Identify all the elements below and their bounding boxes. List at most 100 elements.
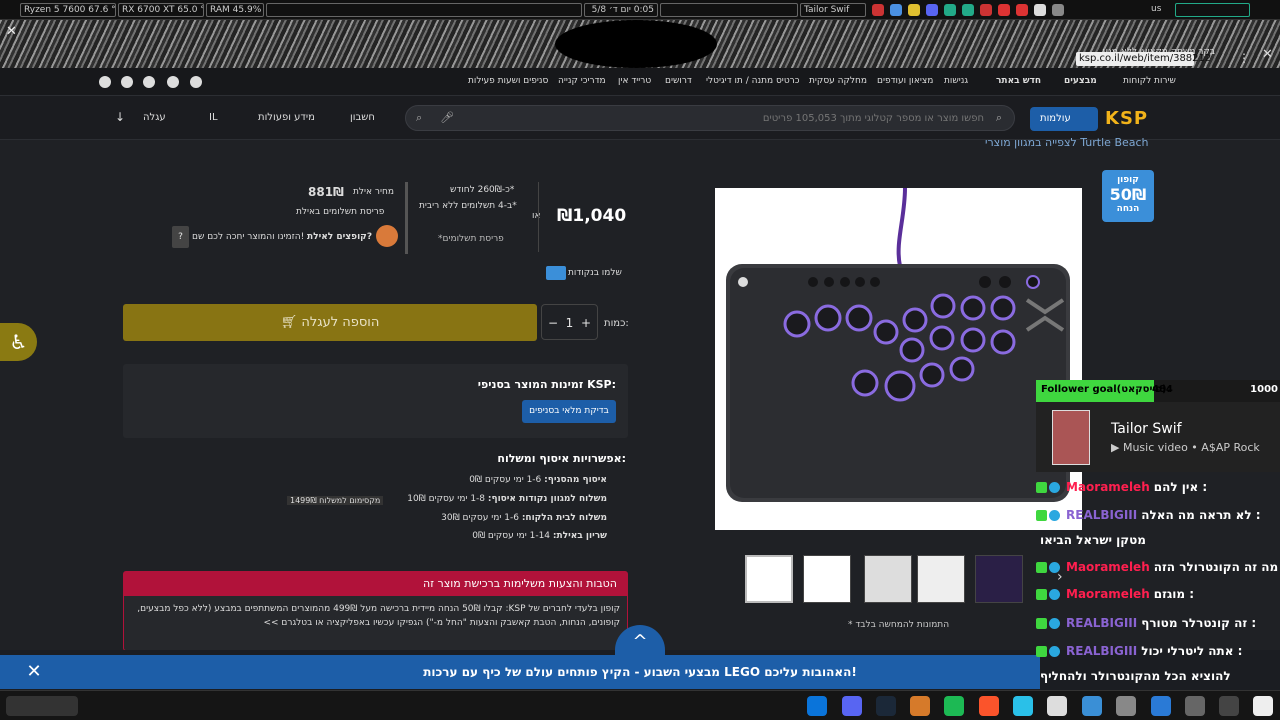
nav-item[interactable]: גנישות <box>944 76 968 86</box>
tray-app-icon[interactable] <box>908 4 920 16</box>
shipping-row-label: משלוח למגוון נקודות איסוף: <box>487 494 607 504</box>
nav-item[interactable]: מבצעים <box>1064 76 1097 86</box>
info-link[interactable]: מידע ופעולות <box>258 112 315 123</box>
tray-app-icon[interactable] <box>962 4 974 16</box>
app-icon[interactable] <box>1253 696 1273 716</box>
chat-text: אין להם : <box>1153 480 1208 494</box>
tray-app-icon[interactable] <box>1016 4 1028 16</box>
keyboard-layout[interactable]: us <box>1148 3 1170 17</box>
discord-icon[interactable] <box>842 696 862 716</box>
account-link[interactable]: חשבון <box>350 112 375 123</box>
app-icon[interactable] <box>1219 696 1239 716</box>
media-player-widget[interactable]: Tailor Swif <box>800 3 866 17</box>
add-to-cart-label: הוספה לעגלה <box>301 315 380 330</box>
quantity-value[interactable]: 1 <box>566 316 574 330</box>
tiktok-icon[interactable] <box>121 76 133 88</box>
app-icon[interactable] <box>1047 696 1067 716</box>
help-button[interactable]: ? <box>172 226 189 248</box>
brave-icon[interactable] <box>979 696 999 716</box>
windows-icon[interactable] <box>807 696 827 716</box>
search-submit-icon[interactable]: ⌕ <box>416 111 422 125</box>
coupon-badge[interactable]: קופון 50₪ הנחה <box>1102 170 1154 222</box>
nav-item[interactable]: מציאון ועודפים <box>877 76 933 86</box>
whatsapp-icon[interactable] <box>143 76 155 88</box>
weekly-deals-banner[interactable]: ✕ מבצעי השבוע - הקיץ פותחים עולם של כיף … <box>0 655 1040 689</box>
address-bar[interactable]: ksp.co.il/web/item/388212 <box>1076 52 1211 66</box>
nav-item[interactable]: שירות לקוחות <box>1123 76 1176 86</box>
product-image[interactable] <box>715 187 1082 530</box>
tray-app-icon[interactable] <box>980 4 992 16</box>
tray-app-icon[interactable] <box>998 4 1010 16</box>
decrease-button[interactable]: − <box>548 305 558 341</box>
nav-item[interactable]: מדריכי קנייה <box>558 76 606 86</box>
breadcrumb[interactable]: לצפייה במגוון מוצרי Turtle Beach <box>985 136 1149 149</box>
close-icon[interactable]: ✕ <box>20 661 48 683</box>
discord-icon[interactable] <box>926 4 938 16</box>
store-icon[interactable] <box>1151 696 1171 716</box>
app-icon[interactable] <box>1185 696 1205 716</box>
locale-selector[interactable]: IL <box>209 112 218 123</box>
workspace-preview[interactable] <box>6 696 78 716</box>
nav-item[interactable]: חדש באתר <box>996 76 1041 86</box>
eilat-price-label: מחיר אילת <box>353 187 395 197</box>
thumbnail[interactable] <box>864 555 912 603</box>
activity-bar-2 <box>660 3 798 17</box>
nav-item[interactable]: כרטיס מתנה / תו דיגיטלי <box>706 76 800 86</box>
play-icon: ▶︎ <box>1111 441 1123 454</box>
nav-item[interactable]: טרייד אין <box>618 76 651 86</box>
chat-badge-icon <box>1049 618 1060 629</box>
tray-app-icon[interactable] <box>944 4 956 16</box>
quantity-stepper[interactable]: − 1 + <box>541 304 598 340</box>
search-icon[interactable]: ⌕ <box>996 111 1002 125</box>
arrow-down-icon[interactable]: ↓ <box>115 110 125 124</box>
nav-item[interactable]: סניפים ושעות פעילות <box>468 76 548 86</box>
add-to-cart-button[interactable]: 🛒︎ הוספה לעגלה <box>123 304 537 341</box>
eilat-promo-icon <box>376 225 398 247</box>
telegram-icon[interactable] <box>190 76 202 88</box>
shipping-row-value: 1-6 ימי עסקים 0₪ <box>469 475 542 485</box>
chat-text: מטקן ישראל הביאו <box>1040 533 1146 547</box>
increase-button[interactable]: + <box>581 305 591 341</box>
layers-icon[interactable] <box>1082 696 1102 716</box>
chat-badge-icon <box>1036 589 1047 600</box>
eilat-payments-link[interactable]: פריסת תשלומים באילת <box>296 207 384 217</box>
files-icon[interactable] <box>1116 696 1136 716</box>
tray-app-icon[interactable] <box>1034 4 1046 16</box>
tray-app-icon[interactable] <box>1052 4 1064 16</box>
accessibility-icon[interactable]: ♿︎ <box>0 323 37 361</box>
microphone-icon[interactable]: 🎤︎ <box>440 111 454 124</box>
cart-link[interactable]: עגלה <box>143 112 166 123</box>
chat-message: REALBIGIII זה קונטרלר מטורף : <box>1036 610 1280 636</box>
worlds-button[interactable]: עולמות <box>1030 107 1098 131</box>
close-tab-icon[interactable]: ✕ <box>1262 47 1273 62</box>
app-icon[interactable] <box>1013 696 1033 716</box>
clock[interactable]: 0:05 יום ד׳ 5/8 <box>584 3 658 17</box>
now-playing-subtitle-text: Music video • A$AP Rock <box>1122 441 1260 454</box>
shipping-row-label: שריון באילת: <box>552 531 607 541</box>
instagram-icon[interactable] <box>167 76 179 88</box>
search-input[interactable] <box>604 110 984 126</box>
promo-text[interactable]: קופון בלעדי לחברים של KSP: קבלו 50₪ הנחה… <box>130 602 620 630</box>
installments-link[interactable]: *פריסת תשלומים <box>438 234 504 244</box>
thumbnail[interactable] <box>803 555 851 603</box>
menu-icon[interactable]: ⋮ <box>1238 51 1250 65</box>
close-icon[interactable]: ✕ <box>6 24 17 39</box>
shipping-row: איסוף מהסניף: 1-6 ימי עסקים 0₪ <box>469 475 607 485</box>
thumbnail[interactable] <box>745 555 793 603</box>
thumbnail[interactable] <box>917 555 965 603</box>
firefox-icon[interactable] <box>910 696 930 716</box>
check-stock-button[interactable]: בדיקת מלאי בסניפים <box>522 400 616 423</box>
tray-app-icon[interactable] <box>872 4 884 16</box>
tray-app-icon[interactable] <box>890 4 902 16</box>
thumbnail[interactable] <box>975 555 1023 603</box>
facebook-icon[interactable] <box>99 76 111 88</box>
cpu-monitor: Ryzen 5 7600 67.6 °C <box>20 3 116 17</box>
nav-item[interactable]: דרושים <box>665 76 692 86</box>
album-art <box>1052 410 1090 465</box>
spotify-icon[interactable] <box>944 696 964 716</box>
chat-badge-icon <box>1036 562 1047 573</box>
pay-with-points[interactable]: שלמו בנקודות <box>568 268 622 278</box>
ksp-logo[interactable]: KSP <box>1105 108 1169 130</box>
nav-item[interactable]: מחלקה עסקית <box>809 76 867 86</box>
steam-icon[interactable] <box>876 696 896 716</box>
